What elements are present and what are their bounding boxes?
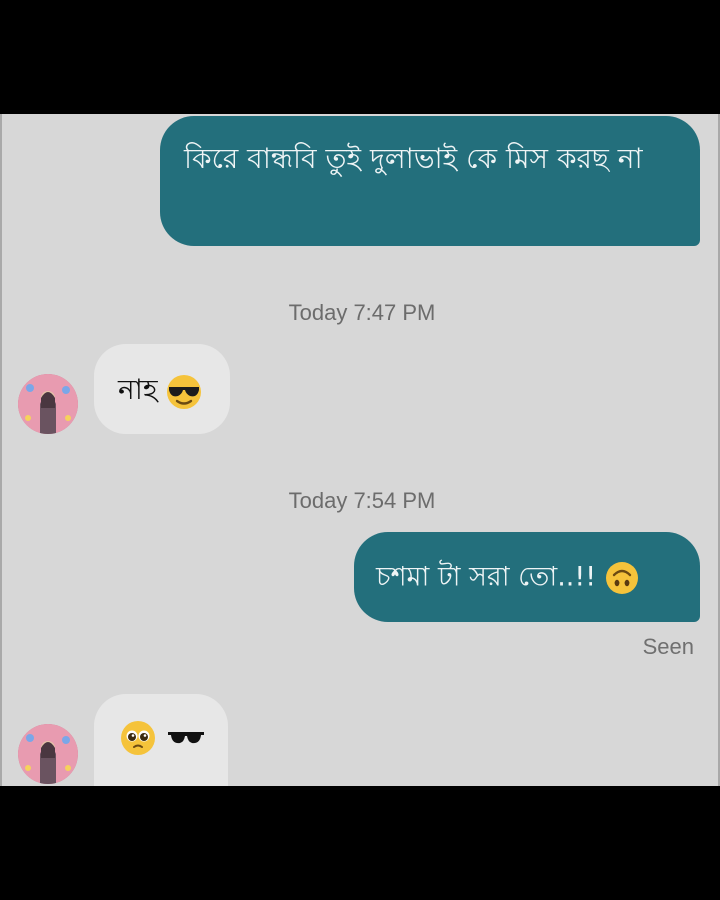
outgoing-message-text: কিরে বান্ধবি তুই দুলাভাই কে মিস করছ না [184,142,643,175]
outgoing-message-bubble[interactable]: কিরে বান্ধবি তুই দুলাভাই কে মিস করছ না [160,116,700,246]
chat-thread: কিরে বান্ধবি তুই দুলাভাই কে মিস করছ না T… [0,114,720,786]
avatar-photo-icon [18,724,78,784]
contact-avatar[interactable] [18,374,78,434]
timestamp: Today 7:54 PM [288,488,436,513]
dark-sunglasses-emoji-icon [167,732,204,744]
upside-down-face-emoji-icon [605,561,638,594]
seen-indicator: Seen [642,634,694,659]
timestamp: Today 7:47 PM [288,300,436,325]
incoming-message-text: নাহ [118,373,158,406]
incoming-emoji-bubble[interactable] [94,694,228,786]
incoming-message-bubble[interactable]: নাহ [94,344,230,434]
sunglasses-face-emoji-icon [167,374,202,409]
contact-avatar[interactable] [18,724,78,784]
outgoing-message-bubble[interactable]: চশমা টা সরা তো..!! [354,532,700,622]
pleading-face-emoji-icon [121,721,155,755]
outgoing-message-text: চশমা টা সরা তো..!! [376,561,597,593]
avatar-photo-icon [18,374,78,434]
